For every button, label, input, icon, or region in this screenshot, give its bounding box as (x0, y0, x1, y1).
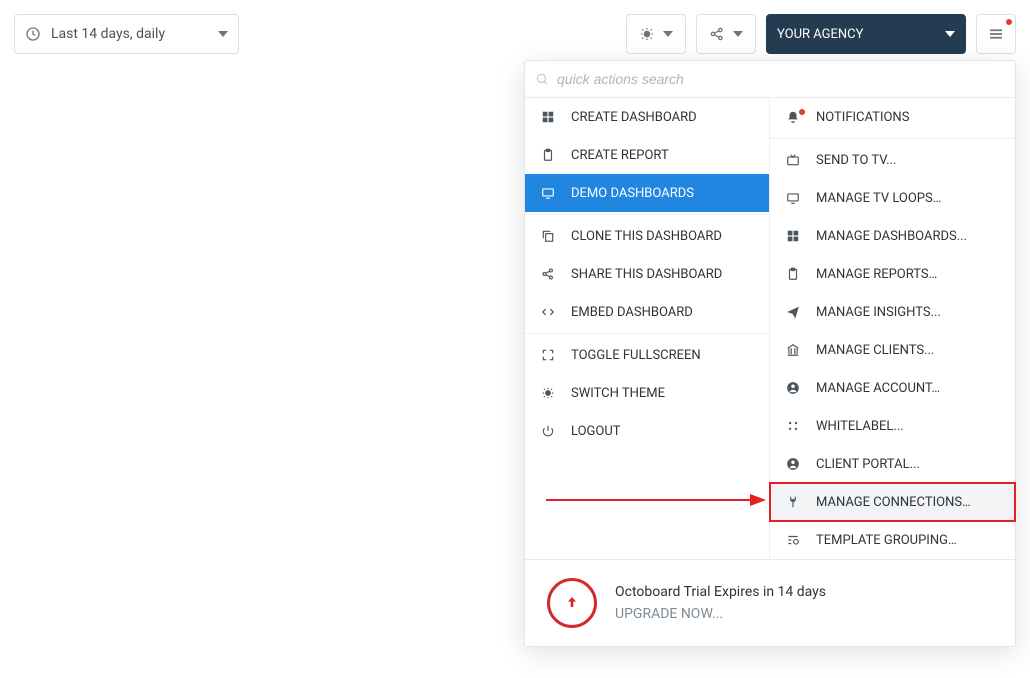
upgrade-link[interactable]: UPGRADE NOW... (615, 606, 826, 622)
clipboard-icon (539, 148, 557, 162)
menu-item-template-grouping[interactable]: TEMPLATE GROUPING… (770, 521, 1015, 559)
trial-text: Octoboard Trial Expires in 14 days (615, 584, 826, 600)
menu-item-label: TEMPLATE GROUPING… (816, 533, 957, 548)
chevron-down-icon (218, 31, 228, 37)
menu-item-share-this-dashboard[interactable]: SHARE THIS DASHBOARD (525, 255, 769, 293)
monitor-icon (539, 186, 557, 200)
menu-item-send-to-tv[interactable]: SEND TO TV... (770, 141, 1015, 179)
theme-icon (639, 26, 655, 42)
chevron-down-icon (733, 31, 743, 37)
copy-icon (539, 229, 557, 243)
grid-icon (539, 110, 557, 124)
menu-divider (770, 138, 1015, 139)
menu-item-whitelabel[interactable]: WHITELABEL... (770, 407, 1015, 445)
main-menu-button[interactable] (976, 14, 1016, 54)
menu-icon (987, 25, 1005, 43)
send-icon (784, 305, 802, 319)
agency-selector[interactable]: YOUR AGENCY (766, 14, 966, 54)
monitor-icon (784, 191, 802, 205)
plug-icon (784, 495, 802, 509)
menu-item-label: MANAGE REPORTS… (816, 267, 937, 282)
template-icon (784, 533, 802, 547)
menu-item-label: CREATE REPORT (571, 148, 669, 163)
menu-item-manage-tv-loops[interactable]: MANAGE TV LOOPS… (770, 179, 1015, 217)
menu-item-label: SWITCH THEME (571, 386, 665, 401)
menu-item-label: MANAGE ACCOUNT… (816, 381, 940, 396)
tv-icon (784, 153, 802, 167)
menu-item-manage-clients[interactable]: MANAGE CLIENTS... (770, 331, 1015, 369)
dots-icon (784, 419, 802, 433)
menu-item-create-dashboard[interactable]: CREATE DASHBOARD (525, 98, 769, 136)
date-range-label: Last 14 days, daily (51, 26, 165, 42)
code-icon (539, 305, 557, 319)
menu-item-label: MANAGE TV LOOPS… (816, 191, 941, 206)
menu-item-manage-dashboards[interactable]: MANAGE DASHBOARDS... (770, 217, 1015, 255)
menu-item-create-report[interactable]: CREATE REPORT (525, 136, 769, 174)
menu-item-label: SHARE THIS DASHBOARD (571, 267, 722, 282)
clock-icon (25, 26, 41, 42)
menu-item-client-portal[interactable]: CLIENT PORTAL... (770, 445, 1015, 483)
menu-divider (525, 214, 769, 215)
menu-item-clone-this-dashboard[interactable]: CLONE THIS DASHBOARD (525, 217, 769, 255)
date-range-picker[interactable]: Last 14 days, daily (14, 14, 239, 54)
menu-item-label: NOTIFICATIONS (816, 110, 909, 125)
grid-icon (784, 229, 802, 243)
share-icon (709, 26, 725, 42)
menu-item-label: DEMO DASHBOARDS (571, 186, 694, 201)
menu-item-label: MANAGE INSIGHTS... (816, 305, 941, 320)
menu-item-notifications[interactable]: NOTIFICATIONS (770, 98, 1015, 136)
menu-item-logout[interactable]: LOGOUT (525, 412, 769, 450)
menu-item-label: MANAGE CONNECTIONS… (816, 495, 971, 510)
agency-label: YOUR AGENCY (777, 27, 863, 42)
upload-icon (547, 578, 597, 628)
power-icon (539, 424, 557, 438)
theme-dropdown[interactable] (626, 14, 686, 54)
clipboard-icon (784, 267, 802, 281)
trial-banner: Octoboard Trial Expires in 14 days UPGRA… (525, 559, 1015, 646)
menu-item-label: TOGGLE FULLSCREEN (571, 348, 701, 363)
menu-item-label: MANAGE DASHBOARDS... (816, 229, 967, 244)
menu-item-label: EMBED DASHBOARD (571, 305, 693, 320)
menu-item-label: CLIENT PORTAL... (816, 457, 920, 472)
menu-item-label: CLONE THIS DASHBOARD (571, 229, 722, 244)
menu-item-manage-account[interactable]: MANAGE ACCOUNT… (770, 369, 1015, 407)
menu-item-label: MANAGE CLIENTS... (816, 343, 934, 358)
menu-item-manage-reports[interactable]: MANAGE REPORTS… (770, 255, 1015, 293)
chevron-down-icon (663, 31, 673, 37)
share-icon (539, 267, 557, 281)
menu-item-embed-dashboard[interactable]: EMBED DASHBOARD (525, 293, 769, 331)
bell-icon (784, 110, 802, 124)
theme-icon (539, 386, 557, 400)
menu-item-switch-theme[interactable]: SWITCH THEME (525, 374, 769, 412)
search-row (525, 61, 1015, 98)
menu-item-label: SEND TO TV... (816, 153, 896, 168)
user-icon (784, 381, 802, 395)
share-dropdown[interactable] (696, 14, 756, 54)
menu-item-manage-insights[interactable]: MANAGE INSIGHTS... (770, 293, 1015, 331)
menu-item-label: WHITELABEL... (816, 419, 904, 434)
bank-icon (784, 343, 802, 357)
fullscreen-icon (539, 348, 557, 362)
menu-item-toggle-fullscreen[interactable]: TOGGLE FULLSCREEN (525, 336, 769, 374)
chevron-down-icon (945, 31, 955, 37)
menu-item-demo-dashboards[interactable]: DEMO DASHBOARDS (525, 174, 769, 212)
menu-item-label: CREATE DASHBOARD (571, 110, 697, 125)
menu-divider (525, 333, 769, 334)
search-icon (535, 72, 549, 86)
notification-dot-icon (1006, 19, 1012, 25)
menu-item-manage-connections[interactable]: MANAGE CONNECTIONS… (770, 483, 1015, 521)
quick-actions-search-input[interactable] (557, 67, 1005, 91)
user-icon (784, 457, 802, 471)
quick-actions-panel: CREATE DASHBOARD CREATE REPORT DEMO DASHBO… (524, 60, 1016, 647)
menu-item-label: LOGOUT (571, 424, 621, 439)
